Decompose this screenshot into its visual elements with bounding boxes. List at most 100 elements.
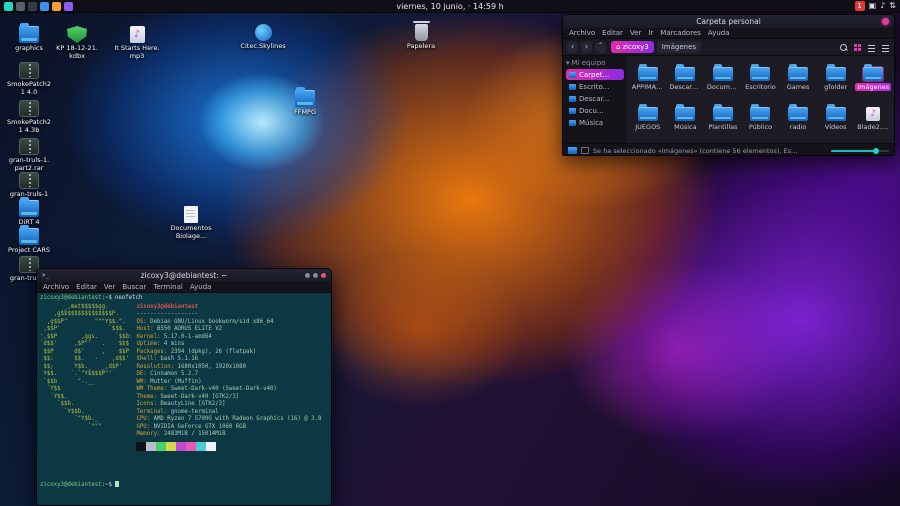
desktop-icon-documentos-biolage[interactable]: Documentos Biolage... (168, 206, 214, 240)
info-label: Uptime: (136, 341, 160, 347)
back-button[interactable]: ‹ (567, 42, 578, 53)
media-launcher-icon[interactable] (64, 2, 73, 11)
gpu-tray-icon[interactable]: ▣ (869, 1, 877, 11)
folder-item-gfolder[interactable]: gfolder (817, 59, 855, 99)
forward-button[interactable]: › (581, 42, 592, 53)
audio-icon (130, 26, 145, 43)
folder-item-plantillas[interactable]: Plantillas (704, 99, 742, 139)
folder-item-games[interactable]: Games (779, 59, 817, 99)
folder-item-label: Vídeos (823, 123, 849, 131)
close-button[interactable] (882, 18, 889, 25)
terminal-body[interactable]: zicoxy3@debiantest:~$neofetch _,met$$$$$… (37, 293, 331, 506)
folder-item-público[interactable]: Público (742, 99, 780, 139)
tray-icons: ▣♪ ⇅ (869, 1, 896, 11)
desktop-icon-dirt-4[interactable]: DiRT 4 (6, 200, 52, 227)
minimize-button[interactable] (305, 273, 310, 278)
desktop-icon-project-cars[interactable]: Project CARS (6, 228, 52, 255)
folder-item-escritorio[interactable]: Escritorio (742, 59, 780, 99)
desktop-icon-label: gran-truls-1. part2.rar (6, 157, 52, 172)
info-value: AMD Ryzen 7 5700G with Radeon Graphics (… (150, 416, 321, 422)
folder-item-label: JUEGOS (633, 123, 662, 131)
menu-icon[interactable] (4, 2, 13, 11)
neofetch-info-line: DE: Cinnamon 5.2.7 (136, 371, 321, 379)
desktop-icon-gran-truls-1-part2-rar[interactable]: gran-truls-1. part2.rar (6, 138, 52, 172)
folder-icon (19, 228, 39, 245)
maximize-button[interactable] (313, 273, 318, 278)
desktop-icon-kp-18-12-21-kdbx[interactable]: KP 18-12-21. kdbx (54, 26, 100, 60)
folder-item-descargas[interactable]: Descargas (667, 59, 705, 99)
info-label: CPU: (136, 416, 150, 422)
desktop-icon-label: Project CARS (8, 247, 50, 255)
neofetch-info-line: Packages: 2394 (dpkg), 26 (flatpak) (136, 349, 321, 357)
menu-terminal[interactable]: Terminal (153, 283, 183, 291)
list-view-icon[interactable] (867, 43, 876, 52)
info-value: Sweet-Dark-v40 [GTK2/3] (157, 394, 239, 400)
folder-item-imágenes[interactable]: Imágenes (854, 59, 892, 99)
menu-ver[interactable]: Ver (104, 283, 115, 291)
up-button[interactable]: ˆ (595, 42, 606, 53)
archive-icon (19, 172, 39, 189)
new-folder-icon[interactable] (568, 147, 577, 154)
neofetch-info-line: Resolution: 1680x1050, 1920x1080 (136, 364, 321, 372)
file-manager-titlebar[interactable]: Carpeta personal (563, 15, 894, 28)
desktop-icon-ffmpg[interactable]: FFMPG (282, 90, 328, 117)
panel-clock[interactable]: viernes, 10 junio, · 14:59 h (396, 2, 503, 11)
folder-item-documentos[interactable]: Documentos (704, 59, 742, 99)
open-terminal-icon[interactable] (581, 147, 589, 154)
desktop-icon-graphics[interactable]: graphics (6, 26, 52, 53)
menu-archivo[interactable]: Archivo (43, 283, 69, 291)
sidebar-item-carpet[interactable]: Carpet... (566, 69, 624, 80)
search-icon[interactable] (839, 43, 848, 52)
sidebar-item-descar[interactable]: Descar... (566, 93, 624, 104)
info-label: Theme: (136, 394, 157, 400)
close-button[interactable] (321, 273, 326, 278)
toolbar-view-controls (839, 43, 890, 52)
menu-ayuda[interactable]: Ayuda (708, 29, 730, 37)
folder-icon (569, 72, 576, 78)
browser-launcher-icon[interactable] (52, 2, 61, 11)
network-tray-icon[interactable]: ⇅ (889, 1, 896, 11)
folder-item-radio[interactable]: radio (779, 99, 817, 139)
info-value: BeautyLine [GTK2/3] (157, 401, 225, 407)
terminal-launcher-icon[interactable] (28, 2, 37, 11)
desktop-icon-smokepatch21-4-3b[interactable]: SmokePatch21 4.3b (6, 100, 52, 134)
grid-view-icon[interactable] (853, 43, 862, 52)
info-label: WM Theme: (136, 386, 167, 392)
menu-marcadores[interactable]: Marcadores (660, 29, 701, 37)
files-launcher-icon[interactable] (40, 2, 49, 11)
menu-ver[interactable]: Ver (630, 29, 641, 37)
hamburger-menu-icon[interactable] (881, 43, 890, 52)
zoom-slider[interactable] (831, 150, 889, 152)
menu-ayuda[interactable]: Ayuda (190, 283, 212, 291)
chevron-down-icon[interactable]: ▾ (566, 59, 570, 67)
prompt-user-host: zicoxy3@debiantest (40, 295, 102, 301)
desktop-icon-citec-skylines[interactable]: Citec.Skylines (240, 24, 286, 51)
menu-buscar[interactable]: Buscar (122, 283, 146, 291)
folder-item-vídeos[interactable]: Vídeos (817, 99, 855, 139)
sidebar-item-escrito[interactable]: Escrito... (566, 81, 624, 92)
desktop-icon-it-starts-here-mp3[interactable]: It Starts Here. mp3 (114, 26, 160, 60)
desktop-icon-smokepatch21-4-0[interactable]: SmokePatch21 4.0 (6, 62, 52, 96)
sidebar-item-docu[interactable]: Docu... (566, 105, 624, 116)
sidebar-item-música[interactable]: Música (566, 117, 624, 128)
menu-editar[interactable]: Editar (602, 29, 623, 37)
folder-item-appimage[interactable]: APPIMAGE (629, 59, 667, 99)
terminal-titlebar[interactable]: >_ zicoxy3@debiantest: ~ (37, 269, 331, 282)
menu-editar[interactable]: Editar (76, 283, 97, 291)
info-value: 1680x1050, 1920x1080 (174, 364, 246, 370)
breadcrumb-zicoxy3[interactable]: ⌂zicoxy3 (611, 41, 654, 53)
notification-badge[interactable]: 1 (855, 1, 865, 11)
folder-item-blade2-mp3[interactable]: Blade2.mp3 (854, 99, 892, 139)
breadcrumb: ⌂zicoxy3Imágenes (611, 41, 701, 53)
volume-tray-icon[interactable]: ♪ (880, 1, 885, 11)
folder-item-label: Escritorio (743, 83, 778, 91)
menu-ir[interactable]: Ir (648, 29, 653, 37)
terminal-prompt-line: zicoxy3@debiantest:~$neofetch (40, 295, 328, 303)
desktop-icon-gran-truls-1[interactable]: gran-truls-1 (6, 172, 52, 199)
folder-item-música[interactable]: Música (667, 99, 705, 139)
breadcrumb-imágenes[interactable]: Imágenes (657, 41, 701, 53)
menu-archivo[interactable]: Archivo (569, 29, 595, 37)
show-desktop-icon[interactable] (16, 2, 25, 11)
folder-item-juegos[interactable]: JUEGOS (629, 99, 667, 139)
desktop-icon-papelera[interactable]: Papelera (398, 24, 444, 51)
